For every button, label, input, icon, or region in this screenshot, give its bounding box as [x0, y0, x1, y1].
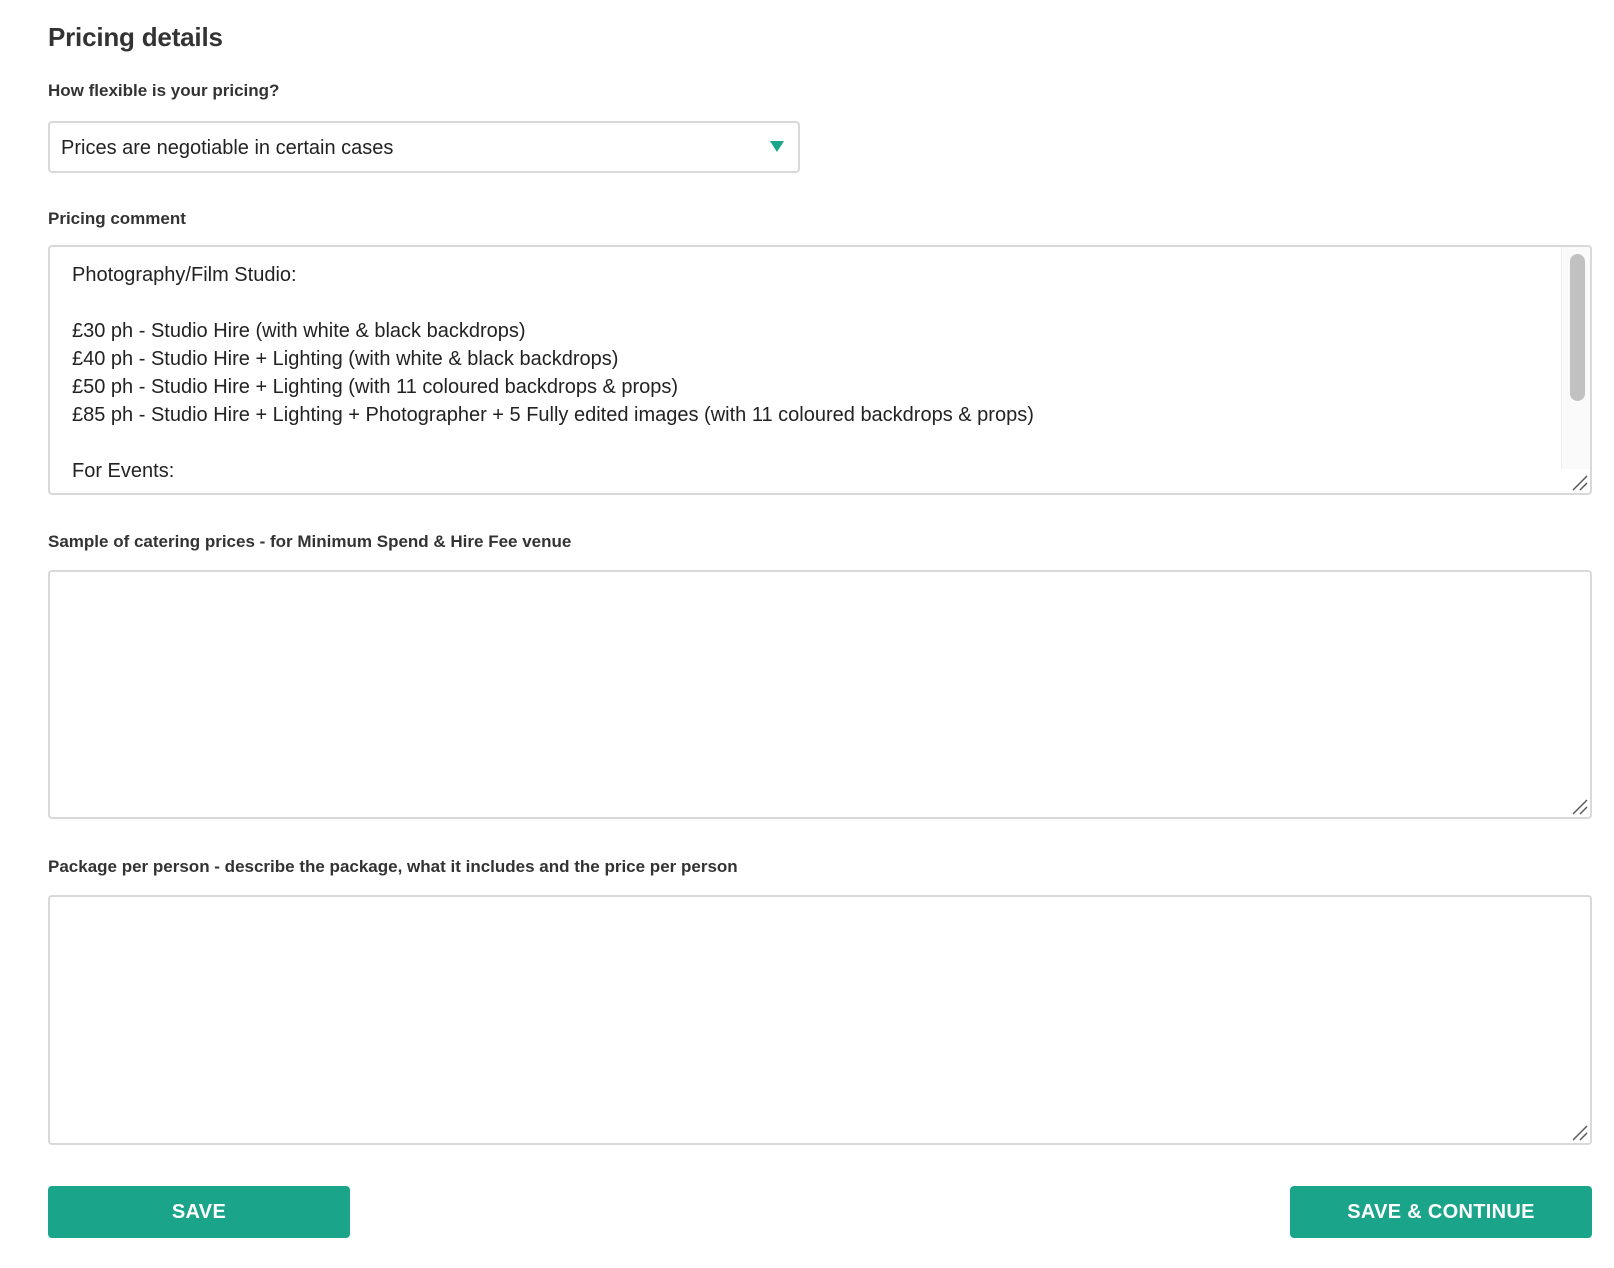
- catering-prices-textarea[interactable]: [48, 570, 1592, 819]
- pricing-comment-scrollbar[interactable]: [1561, 247, 1590, 469]
- package-per-person-textarea[interactable]: [48, 895, 1592, 1145]
- pricing-comment-text: Photography/Film Studio: £30 ph - Studio…: [72, 264, 1034, 482]
- select-value: Prices are negotiable in certain cases: [61, 137, 394, 159]
- pricing-comment-label: Pricing comment: [48, 209, 186, 228]
- page-title: Pricing details: [48, 22, 223, 52]
- resize-handle-icon[interactable]: [1570, 797, 1588, 815]
- pricing-flexibility-select[interactable]: Prices are negotiable in certain cases: [48, 121, 800, 173]
- caret-down-icon: [770, 141, 784, 152]
- package-label: Package per person - describe the packag…: [48, 857, 738, 876]
- flexibility-label: How flexible is your pricing?: [48, 81, 280, 100]
- resize-handle-icon[interactable]: [1570, 1123, 1588, 1141]
- pricing-comment-textarea[interactable]: Photography/Film Studio: £30 ph - Studio…: [48, 245, 1592, 495]
- save-and-continue-button[interactable]: SAVE & CONTINUE: [1290, 1186, 1592, 1238]
- catering-label: Sample of catering prices - for Minimum …: [48, 532, 572, 551]
- scroll-thumb[interactable]: [1570, 254, 1585, 401]
- save-button[interactable]: SAVE: [48, 1186, 350, 1238]
- resize-handle-icon[interactable]: [1570, 473, 1588, 491]
